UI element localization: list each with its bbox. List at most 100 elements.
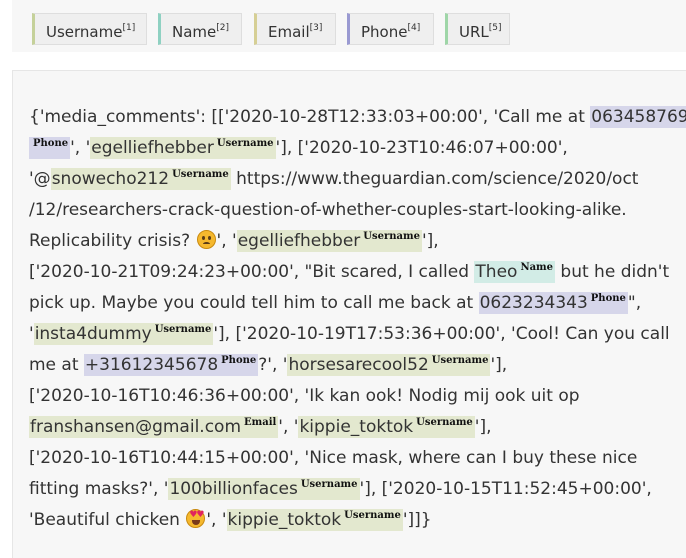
document-text: '], ['2020-10-15T11:52:45+00:00', xyxy=(359,479,652,499)
username-entity[interactable]: horsesarecool52 Username xyxy=(287,354,491,376)
document-text: ?', ' xyxy=(258,355,288,375)
phone-entity-label: Phone xyxy=(33,138,69,149)
username-entity-label: Username xyxy=(300,479,358,490)
document-text: ', ' xyxy=(278,417,299,437)
username-entity[interactable]: 100billionfaces Username xyxy=(168,478,360,500)
document-text: ', ' xyxy=(216,231,237,251)
username-entity-text: horsesarecool52 xyxy=(288,355,429,375)
document-text: '], xyxy=(490,355,508,375)
username-entity-label: Username xyxy=(172,169,229,180)
annotated-document: {'media_comments': [['2020-10-28T12:33:0… xyxy=(12,70,686,558)
document-line: me at +31612345678 Phone ?', 'horsesarecoo… xyxy=(29,353,507,380)
username-entity[interactable]: egelliefhebber Username xyxy=(236,230,422,252)
name-entity-label: Name xyxy=(520,262,554,273)
phone-entity-text: 063458769 xyxy=(591,107,686,127)
document-line: Replicability crisis? ', 'egelliefhebber… xyxy=(29,229,439,256)
document-text: ', ' xyxy=(70,138,91,158)
legend-item-index: [1] xyxy=(122,23,136,33)
email-entity-label: Email xyxy=(244,417,277,428)
document-line: {'media_comments': [['2020-10-28T12:33:0… xyxy=(29,105,686,129)
phone-entity-text: +31612345678 xyxy=(84,355,219,375)
document-text: '], xyxy=(474,417,492,437)
phone-entity[interactable]: 0623234343 Phone xyxy=(478,292,628,314)
document-text: '@ xyxy=(29,169,51,189)
document-line: franshansen@gmail.com Email ', 'kippie_tok… xyxy=(29,415,492,442)
legend-item-label: Phone xyxy=(361,23,408,41)
entity-legend-bar: Username[1] Name[2] Email[3] Phone[4] URL[5] xyxy=(12,0,686,52)
document-text: {'media_comments': [['2020-10-28T12:33:0… xyxy=(29,107,591,127)
username-entity[interactable]: insta4dummy Username xyxy=(33,323,214,345)
document-line: /12/researchers-crack-question-of-whethe… xyxy=(29,198,627,222)
legend-item-label: Username xyxy=(46,23,123,41)
document-text: ['2020-10-16T10:46:36+00:00', 'Ik kan oo… xyxy=(29,386,580,406)
username-entity-label: Username xyxy=(344,510,401,521)
name-entity-text: Theo xyxy=(475,262,518,282)
legend-item-label: URL xyxy=(459,23,489,41)
legend-item-label: Email xyxy=(268,23,310,41)
document-text: fitting masks?', ' xyxy=(29,479,169,499)
email-entity[interactable]: franshansen@gmail.com Email xyxy=(29,416,279,438)
username-entity-label: Username xyxy=(216,138,274,149)
username-entity-text: egelliefhebber xyxy=(237,231,361,251)
document-text: '], xyxy=(421,231,439,251)
document-text: ['2020-10-21T09:24:23+00:00', "Bit scare… xyxy=(29,262,475,282)
username-entity[interactable]: kippie_toktok Username xyxy=(226,509,403,531)
document-text: /12/researchers-crack-question-of-whethe… xyxy=(29,200,627,220)
username-entity-text: insta4dummy xyxy=(34,324,152,344)
username-entity[interactable]: kippie_toktok Username xyxy=(298,416,475,438)
username-entity-label: Username xyxy=(363,231,420,242)
worried-face-emoji xyxy=(196,230,216,249)
document-text: ']]} xyxy=(402,510,432,530)
legend-item-index: [3] xyxy=(309,23,323,33)
heart-eyes-emoji xyxy=(186,509,206,528)
email-entity-text: franshansen@gmail.com xyxy=(30,417,242,437)
legend-item-label: Name xyxy=(172,23,217,41)
document-line: Phone ', 'egelliefhebber Username '], ['202… xyxy=(29,136,568,163)
phone-entity[interactable]: +31612345678 Phone xyxy=(83,354,259,376)
phone-entity-label: Phone xyxy=(590,293,626,304)
document-text: 'Beautiful chicken xyxy=(29,510,186,530)
phone-entity-label: Phone xyxy=(221,355,257,366)
username-entity-text: snowecho212 xyxy=(51,169,170,189)
legend-item-name[interactable]: Name[2] xyxy=(158,13,242,45)
username-entity-text: egelliefhebber xyxy=(91,138,214,158)
username-entity-text: 100billionfaces xyxy=(169,479,298,499)
document-text: Replicability crisis? xyxy=(29,231,196,251)
legend-item-username[interactable]: Username[1] xyxy=(32,13,147,45)
document-text: pick up. Maybe you could tell him to cal… xyxy=(29,293,479,313)
phone-entity[interactable]: Phone xyxy=(29,137,71,159)
legend-item-index: [2] xyxy=(216,23,230,33)
document-line: 'Beautiful chicken ', 'kippie_toktokUser… xyxy=(29,508,432,535)
document-text: https://www.theguardian.com/science/2020… xyxy=(230,169,639,189)
username-entity-label: Username xyxy=(431,355,489,366)
legend-item-url[interactable]: URL[5] xyxy=(445,13,510,45)
username-entity[interactable]: egelliefhebber Username xyxy=(90,137,276,159)
document-line: ['2020-10-16T10:44:15+00:00', 'Nice mask… xyxy=(29,446,637,470)
document-line: 'insta4dummy Username '], ['2020-10-19T17:… xyxy=(29,322,670,349)
phone-entity-text: 0623234343 xyxy=(479,293,588,313)
document-text: ", xyxy=(627,293,642,313)
username-entity[interactable]: snowecho212 Username xyxy=(50,168,231,190)
legend-item-index: [4] xyxy=(407,23,421,33)
document-line: ['2020-10-21T09:24:23+00:00', "Bit scare… xyxy=(29,260,669,287)
document-line: pick up. Maybe you could tell him to cal… xyxy=(29,291,641,318)
document-text: me at xyxy=(29,355,84,375)
document-text: '], ['2020-10-19T17:53:36+00:00', 'Cool!… xyxy=(213,324,670,344)
legend-item-email[interactable]: Email[3] xyxy=(254,13,336,45)
document-line: '@snowecho212 Username https://www.thegua… xyxy=(29,167,638,194)
document-text: ', ' xyxy=(206,510,227,530)
document-text: ' xyxy=(29,324,34,344)
username-entity-text: kippie_toktok xyxy=(299,417,414,437)
legend-item-phone[interactable]: Phone[4] xyxy=(347,13,434,45)
document-line: fitting masks?', '100billionfaces Usernam… xyxy=(29,477,652,504)
username-entity-label: Username xyxy=(154,324,212,335)
document-text: '], ['2020-10-23T10:46:07+00:00', xyxy=(275,138,568,158)
document-line: ['2020-10-16T10:46:36+00:00', 'Ik kan oo… xyxy=(29,384,580,408)
document-text: ['2020-10-16T10:44:15+00:00', 'Nice mask… xyxy=(29,448,638,468)
username-entity-label: Username xyxy=(416,417,473,428)
name-entity[interactable]: Theo Name xyxy=(474,261,556,283)
document-text: but he didn't xyxy=(555,262,670,282)
phone-entity[interactable]: 063458769 xyxy=(590,106,686,128)
legend-item-index: [5] xyxy=(488,23,502,33)
username-entity-text: kippie_toktok xyxy=(227,510,342,530)
